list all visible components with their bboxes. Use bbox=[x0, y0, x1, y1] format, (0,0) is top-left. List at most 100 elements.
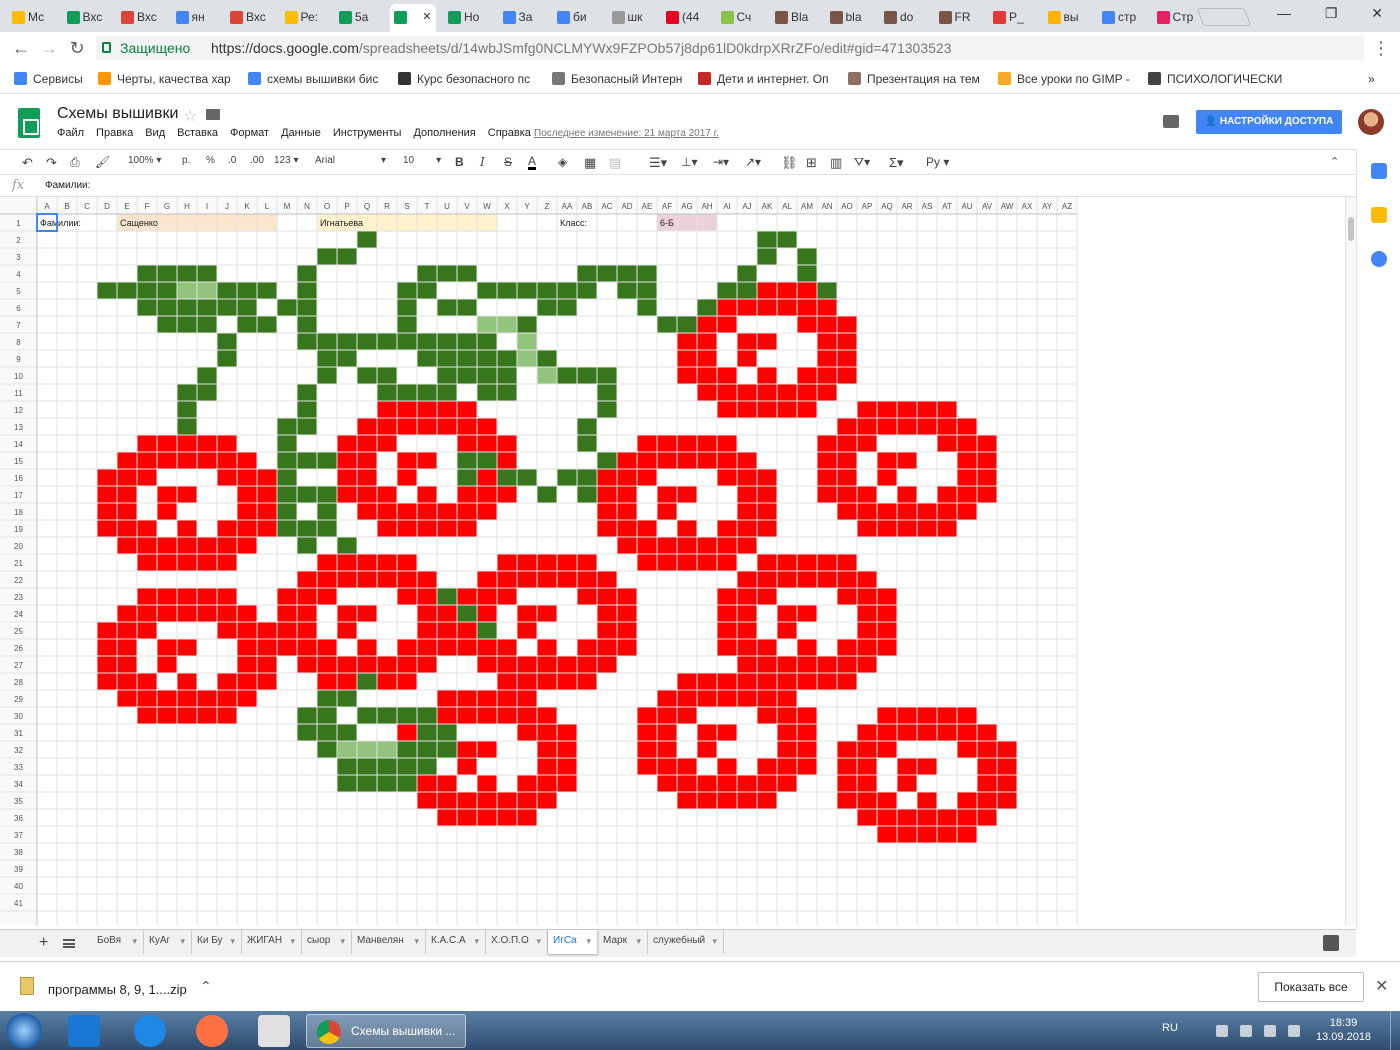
red-stitch[interactable] bbox=[797, 639, 817, 656]
red-stitch[interactable] bbox=[977, 809, 997, 826]
start-button[interactable] bbox=[6, 1013, 42, 1049]
red-stitch[interactable] bbox=[677, 452, 697, 469]
row-header[interactable]: 19 bbox=[14, 525, 23, 534]
column-header[interactable]: V bbox=[464, 202, 470, 211]
red-stitch[interactable] bbox=[957, 809, 977, 826]
light-green-stitch[interactable] bbox=[377, 741, 397, 758]
green-stitch[interactable] bbox=[397, 741, 417, 758]
red-stitch[interactable] bbox=[857, 435, 877, 452]
red-stitch[interactable] bbox=[397, 418, 417, 435]
red-stitch[interactable] bbox=[897, 418, 917, 435]
red-stitch[interactable] bbox=[837, 469, 857, 486]
red-stitch[interactable] bbox=[157, 690, 177, 707]
red-stitch[interactable] bbox=[937, 486, 957, 503]
green-stitch[interactable] bbox=[697, 299, 717, 316]
red-stitch[interactable] bbox=[937, 724, 957, 741]
red-stitch[interactable] bbox=[557, 571, 577, 588]
green-stitch[interactable] bbox=[437, 724, 457, 741]
green-stitch[interactable] bbox=[297, 333, 317, 350]
red-stitch[interactable] bbox=[797, 656, 817, 673]
browser-tab[interactable]: би bbox=[553, 4, 605, 32]
red-stitch[interactable] bbox=[857, 486, 877, 503]
red-stitch[interactable] bbox=[777, 282, 797, 299]
bookmark-item[interactable]: Безопасный Интерн bbox=[552, 72, 682, 86]
red-stitch[interactable] bbox=[337, 656, 357, 673]
red-stitch[interactable] bbox=[397, 724, 417, 741]
red-stitch[interactable] bbox=[317, 639, 337, 656]
red-stitch[interactable] bbox=[677, 350, 697, 367]
row-header[interactable]: 29 bbox=[14, 695, 23, 704]
green-stitch[interactable] bbox=[397, 282, 417, 299]
green-stitch[interactable] bbox=[457, 452, 477, 469]
red-stitch[interactable] bbox=[797, 571, 817, 588]
red-stitch[interactable] bbox=[717, 367, 737, 384]
red-stitch[interactable] bbox=[217, 673, 237, 690]
red-stitch[interactable] bbox=[857, 639, 877, 656]
column-header[interactable]: J bbox=[225, 202, 229, 211]
red-stitch[interactable] bbox=[637, 707, 657, 724]
column-header[interactable]: AO bbox=[841, 202, 853, 211]
red-stitch[interactable] bbox=[817, 469, 837, 486]
browser-tab[interactable]: шк bbox=[608, 4, 660, 32]
red-stitch[interactable] bbox=[857, 622, 877, 639]
column-header[interactable]: I bbox=[206, 202, 208, 211]
green-stitch[interactable] bbox=[417, 758, 437, 775]
red-stitch[interactable] bbox=[497, 707, 517, 724]
red-stitch[interactable] bbox=[837, 435, 857, 452]
header-cell-fill[interactable] bbox=[177, 214, 197, 231]
red-stitch[interactable] bbox=[197, 707, 217, 724]
red-stitch[interactable] bbox=[877, 401, 897, 418]
green-stitch[interactable] bbox=[177, 299, 197, 316]
red-stitch[interactable] bbox=[897, 826, 917, 843]
red-stitch[interactable] bbox=[617, 622, 637, 639]
green-stitch[interactable] bbox=[317, 520, 337, 537]
red-stitch[interactable] bbox=[757, 690, 777, 707]
red-stitch[interactable] bbox=[737, 452, 757, 469]
red-stitch[interactable] bbox=[337, 554, 357, 571]
red-stitch[interactable] bbox=[857, 724, 877, 741]
red-stitch[interactable] bbox=[957, 826, 977, 843]
red-stitch[interactable] bbox=[117, 452, 137, 469]
red-stitch[interactable] bbox=[117, 673, 137, 690]
red-stitch[interactable] bbox=[997, 775, 1017, 792]
browser-tab[interactable]: do bbox=[880, 4, 932, 32]
green-stitch[interactable] bbox=[417, 707, 437, 724]
red-stitch[interactable] bbox=[197, 605, 217, 622]
red-stitch[interactable] bbox=[977, 741, 997, 758]
red-stitch[interactable] bbox=[157, 554, 177, 571]
red-stitch[interactable] bbox=[577, 554, 597, 571]
green-stitch[interactable] bbox=[797, 248, 817, 265]
red-stitch[interactable] bbox=[217, 469, 237, 486]
green-stitch[interactable] bbox=[297, 452, 317, 469]
red-stitch[interactable] bbox=[257, 673, 277, 690]
red-stitch[interactable] bbox=[577, 673, 597, 690]
red-stitch[interactable] bbox=[477, 486, 497, 503]
red-stitch[interactable] bbox=[677, 792, 697, 809]
red-stitch[interactable] bbox=[897, 401, 917, 418]
grid-canvas[interactable]: A B C D E F G H I J K L M N O P Q R S T U V W X Y Z AA AB AC AD AE AF AG… bbox=[0, 197, 1345, 925]
red-stitch[interactable] bbox=[497, 673, 517, 690]
red-stitch[interactable] bbox=[517, 690, 537, 707]
red-stitch[interactable] bbox=[777, 605, 797, 622]
red-stitch[interactable] bbox=[537, 571, 557, 588]
red-stitch[interactable] bbox=[757, 571, 777, 588]
row-header[interactable]: 26 bbox=[14, 644, 23, 653]
red-stitch[interactable] bbox=[817, 673, 837, 690]
column-header[interactable]: AD bbox=[621, 202, 632, 211]
red-stitch[interactable] bbox=[597, 588, 617, 605]
keep-icon[interactable] bbox=[1371, 207, 1387, 223]
red-stitch[interactable] bbox=[837, 571, 857, 588]
red-stitch[interactable] bbox=[777, 758, 797, 775]
red-stitch[interactable] bbox=[757, 639, 777, 656]
red-stitch[interactable] bbox=[457, 588, 477, 605]
red-stitch[interactable] bbox=[117, 605, 137, 622]
green-stitch[interactable] bbox=[537, 282, 557, 299]
green-stitch[interactable] bbox=[357, 367, 377, 384]
red-stitch[interactable] bbox=[737, 571, 757, 588]
green-stitch[interactable] bbox=[437, 367, 457, 384]
green-stitch[interactable] bbox=[157, 265, 177, 282]
red-stitch[interactable] bbox=[917, 401, 937, 418]
red-stitch[interactable] bbox=[657, 452, 677, 469]
green-stitch[interactable] bbox=[297, 418, 317, 435]
green-stitch[interactable] bbox=[797, 265, 817, 282]
